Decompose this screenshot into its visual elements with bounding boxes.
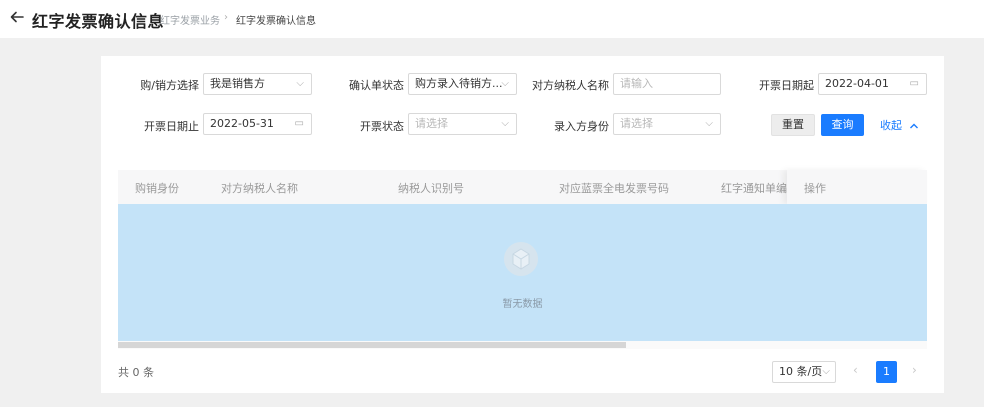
chevron-down-icon: ⌵ — [822, 366, 830, 377]
issue-date-end-label: 开票日期止 — [144, 120, 199, 133]
entry-identity-label: 录入方身份 — [554, 120, 609, 133]
next-page-icon[interactable]: › — [912, 363, 917, 377]
column-header-blue-invoice-no: 对应蓝票全电发票号码 — [559, 182, 669, 195]
buyer-seller-select[interactable]: 我是销售方 ⌵ — [203, 73, 312, 95]
confirm-status-label: 确认单状态 — [349, 79, 404, 92]
breadcrumb-item-current: 红字发票确认信息 — [236, 16, 316, 27]
issue-date-end-value: 2022-05-31 — [210, 117, 274, 130]
chevron-down-icon: ⌵ — [296, 78, 304, 89]
column-header-counterparty: 对方纳税人名称 — [221, 182, 298, 195]
query-button[interactable]: 查询 — [821, 114, 864, 136]
issue-date-end-picker[interactable]: 2022-05-31 ▭ — [203, 113, 312, 135]
invoice-status-label: 开票状态 — [360, 120, 404, 133]
back-arrow-icon[interactable] — [9, 9, 25, 25]
column-header-operations: 操作 — [804, 182, 826, 195]
total-count: 共 0 条 — [118, 366, 154, 379]
chevron-down-icon: ⌵ — [501, 118, 509, 129]
entry-identity-select[interactable]: 请选择 ⌵ — [613, 113, 721, 135]
issue-date-start-picker[interactable]: 2022-04-01 ▭ — [818, 73, 927, 95]
column-header-identity: 购销身份 — [135, 182, 179, 195]
counterparty-name-label: 对方纳税人名称 — [532, 79, 609, 92]
collapse-button[interactable]: 收起 — [880, 117, 919, 133]
scrollbar-thumb[interactable] — [118, 342, 626, 348]
top-bar: 红字发票确认信息 红字发票业务 › 红字发票确认信息 — [0, 0, 984, 38]
entry-identity-placeholder: 请选择 — [620, 117, 653, 130]
chevron-down-icon: ⌵ — [705, 118, 713, 129]
invoice-status-placeholder: 请选择 — [415, 117, 448, 130]
confirm-status-select[interactable]: 购方录入待销方... ⌵ — [408, 73, 517, 95]
issue-date-start-label: 开票日期起 — [759, 79, 814, 92]
breadcrumb-separator: › — [224, 12, 228, 23]
breadcrumb-item-business[interactable]: 红字发票业务 — [160, 12, 220, 27]
buyer-seller-value: 我是销售方 — [210, 77, 265, 90]
empty-text: 暂无数据 — [502, 299, 543, 310]
calendar-icon: ▭ — [294, 118, 304, 129]
page-number-current[interactable]: 1 — [876, 361, 897, 383]
page-size-select[interactable]: 10 条/页 ⌵ — [772, 361, 836, 383]
calendar-icon: ▭ — [909, 78, 919, 89]
counterparty-name-placeholder: 请输入 — [620, 77, 653, 90]
table-body-empty: 暂无数据 — [118, 204, 927, 341]
main-card: 购/销方选择 我是销售方 ⌵ 确认单状态 购方录入待销方... ⌵ 对方纳税人名… — [101, 56, 944, 393]
counterparty-name-input[interactable]: 请输入 — [613, 73, 721, 95]
buyer-seller-label: 购/销方选择 — [140, 79, 199, 92]
empty-box-icon — [504, 242, 538, 276]
chevron-down-icon: ⌵ — [501, 78, 509, 89]
page-size-value: 10 条/页 — [779, 365, 823, 378]
horizontal-scrollbar[interactable] — [118, 341, 927, 349]
prev-page-icon[interactable]: ‹ — [853, 363, 858, 377]
collapse-label: 收起 — [880, 119, 902, 132]
chevron-up-icon — [909, 123, 918, 129]
page-title: 红字发票确认信息 — [32, 12, 165, 31]
confirm-status-value: 购方录入待销方... — [415, 77, 503, 90]
table-header: 购销身份 对方纳税人名称 纳税人识别号 对应蓝票全电发票号码 红字通知单编号 操… — [118, 170, 927, 204]
column-header-taxpayer-id: 纳税人识别号 — [398, 182, 464, 195]
column-header-operations-cell: 操作 — [787, 170, 927, 204]
issue-date-start-value: 2022-04-01 — [825, 77, 889, 90]
reset-button[interactable]: 重置 — [771, 114, 815, 136]
invoice-status-select[interactable]: 请选择 ⌵ — [408, 113, 517, 135]
